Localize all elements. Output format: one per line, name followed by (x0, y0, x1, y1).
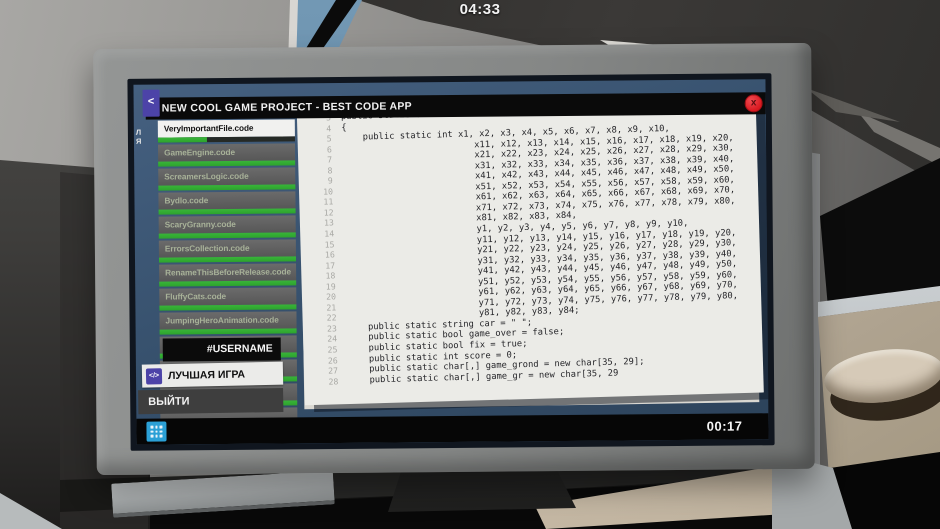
monitor: Л Я 3 public static class Car 4 { (93, 43, 815, 475)
screen-desktop: Л Я 3 public static class Car 4 { (133, 79, 768, 445)
screen-frame: Л Я 3 public static class Car 4 { (127, 73, 774, 451)
game-menu: #USERNAME </> ЛУЧШАЯ ИГРА ВЫЙТИ (133, 79, 768, 445)
game-scene: 04:33 Л Я 3 public static class Car (0, 0, 940, 529)
code-icon: </> (146, 368, 162, 384)
best-game-label: ЛУЧШАЯ ИГРА (168, 368, 245, 382)
best-game-button[interactable]: </> ЛУЧШАЯ ИГРА (142, 362, 283, 388)
exit-button[interactable]: ВЫЙТИ (138, 388, 283, 414)
username-badge: #USERNAME (163, 338, 281, 362)
taskbar: 00:17 (136, 413, 768, 445)
session-timer: 04:33 (410, 1, 550, 18)
taskbar-clock: 00:17 (707, 413, 743, 439)
apps-grid-icon[interactable] (146, 422, 166, 442)
